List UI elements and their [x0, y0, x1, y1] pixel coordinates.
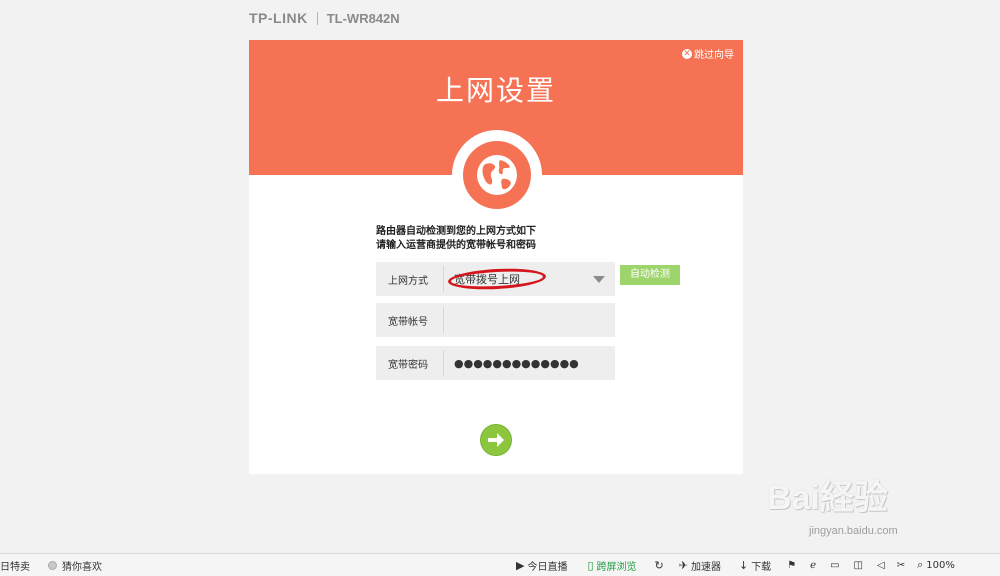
globe-badge	[452, 130, 542, 220]
instruction-line-1: 路由器自动检测到您的上网方式如下	[376, 226, 536, 237]
connection-type-label: 上网方式	[388, 275, 428, 287]
window-icon: ▭	[830, 559, 840, 571]
connection-type-value[interactable]: 宽带拨号上网	[444, 262, 615, 296]
status-item-refresh[interactable]: ↻	[655, 559, 667, 572]
password-input[interactable]: ●●●●●●●●●●●●●	[444, 346, 615, 380]
zoom-icon: ⌕	[917, 558, 924, 571]
instructions: 路由器自动检测到您的上网方式如下 请输入运营商提供的宽带帐号和密码	[376, 225, 536, 253]
browser-statusbar: 日特卖 猜你喜欢 ▶ 今日直播 ▯ 跨屏浏览 ↻ ✈ 加速器 ↓ 下载 ⚑ ℯ …	[0, 553, 1000, 576]
status-panels[interactable]: ◫	[854, 560, 863, 571]
panels-icon: ◫	[853, 559, 863, 571]
auto-detect-button[interactable]: 自动检测	[620, 265, 680, 285]
brand-separator	[316, 11, 318, 25]
globe-icon	[463, 141, 531, 209]
flag-icon: ⚑	[787, 559, 797, 571]
instruction-line-2: 请输入运营商提供的宽带帐号和密码	[376, 240, 536, 251]
setup-panel: ✕ 跳过向导 上网设置 路由器自动检测到您的上网方式如下 请输入运营商提供的宽带…	[249, 40, 743, 474]
status-volume[interactable]: ◁	[877, 560, 885, 571]
tp-link-logo: TP-LINK	[249, 10, 308, 26]
connection-type-select[interactable]: 上网方式 宽带拨号上网	[376, 262, 615, 296]
account-row: 宽带帐号	[376, 303, 615, 337]
password-label: 宽带密码	[388, 359, 428, 371]
status-item-deals[interactable]: 日特卖	[0, 558, 30, 573]
status-item-cross-screen[interactable]: ▯ 跨屏浏览	[587, 558, 636, 573]
dot-icon	[48, 560, 57, 570]
cross-screen-label: 跨屏浏览	[596, 561, 637, 573]
chevron-down-icon[interactable]	[593, 276, 605, 283]
page-title: 上网设置	[435, 74, 556, 107]
skip-wizard-button[interactable]: ✕ 跳过向导	[682, 46, 734, 61]
download-icon: ↓	[738, 558, 749, 572]
play-icon: ▶	[516, 558, 525, 572]
skip-wizard-label: 跳过向导	[694, 50, 734, 61]
status-ie[interactable]: ℯ	[810, 560, 816, 571]
brand-header: TP-LINK TL-WR842N	[249, 9, 400, 27]
accelerator-label: 加速器	[690, 561, 721, 573]
status-zoom[interactable]: ⌕ 100%	[917, 558, 955, 572]
next-button[interactable]	[480, 424, 512, 456]
refresh-icon: ↻	[654, 558, 664, 572]
status-window[interactable]: ▭	[830, 560, 839, 571]
baidu-watermark: Bai経验 jingyan.baidu.com	[767, 470, 947, 550]
watermark-logo: Bai経验	[767, 479, 888, 517]
deals-label: 日特卖	[0, 561, 30, 573]
status-item-guess-you-like[interactable]: 猜你喜欢	[48, 558, 102, 573]
zoom-label: 100%	[926, 559, 955, 571]
status-item-download[interactable]: ↓ 下载	[739, 558, 771, 573]
download-label: 下载	[751, 561, 772, 573]
status-flag[interactable]: ⚑	[787, 560, 796, 571]
volume-icon: ◁	[876, 559, 885, 571]
status-screenshot[interactable]: ✂	[897, 560, 905, 571]
scissors-icon: ✂	[896, 559, 906, 571]
status-item-live[interactable]: ▶ 今日直播	[516, 558, 567, 573]
live-label: 今日直播	[527, 561, 568, 573]
ie-icon: ℯ	[810, 559, 817, 571]
phone-icon: ▯	[587, 558, 594, 572]
arrow-right-icon	[488, 433, 504, 447]
watermark-url: jingyan.baidu.com	[809, 525, 898, 537]
guess-you-like-label: 猜你喜欢	[62, 561, 102, 573]
account-input[interactable]	[444, 303, 615, 337]
close-icon: ✕	[682, 48, 692, 59]
rocket-icon: ✈	[678, 558, 688, 572]
account-label: 宽带帐号	[388, 316, 428, 328]
password-row: 宽带密码 ●●●●●●●●●●●●●	[376, 346, 615, 380]
model-name: TL-WR842N	[326, 10, 400, 26]
status-item-accelerator[interactable]: ✈ 加速器	[679, 558, 721, 573]
